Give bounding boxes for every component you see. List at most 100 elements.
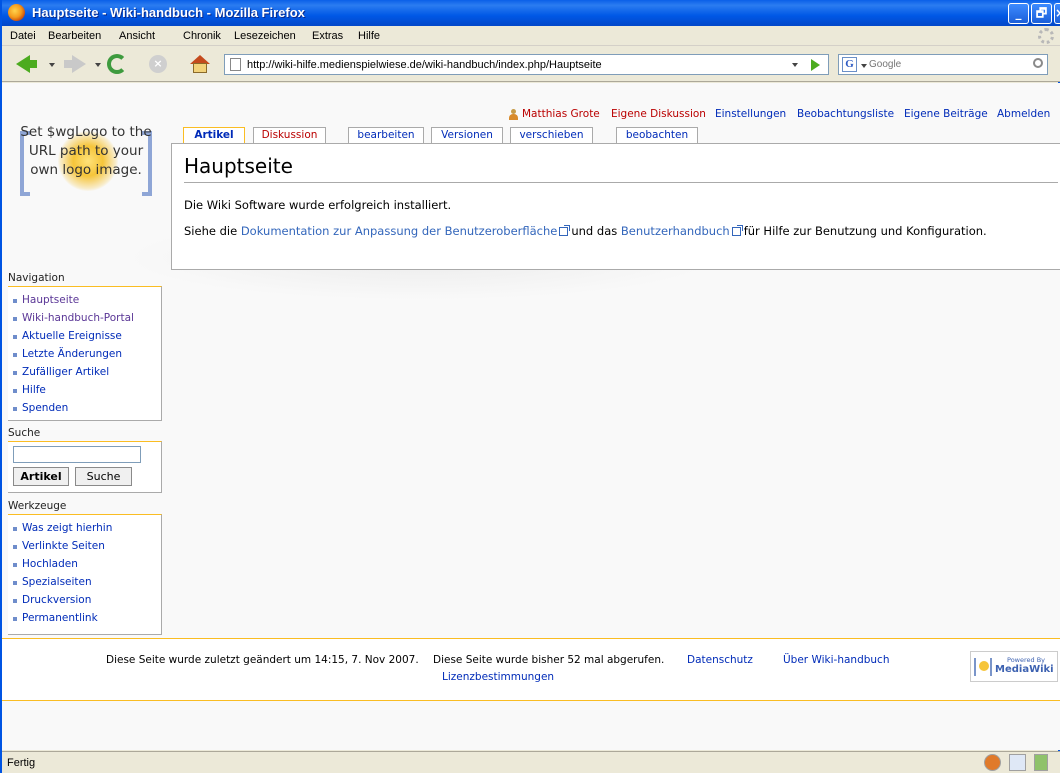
menu-bar: Datei Bearbeiten Ansicht Chronik Lesezei… [2,26,1060,46]
nav-link-hilfe[interactable]: Hilfe [22,384,46,396]
google-icon[interactable]: G [842,57,857,72]
my-talk-link[interactable]: Eigene Diskussion [611,108,706,120]
tool-link-whatlinkshere[interactable]: Was zeigt hierhin [22,522,112,534]
my-contributions-link[interactable]: Eigene Beiträge [904,108,988,120]
tool-link-upload[interactable]: Hochladen [22,558,78,570]
web-search-input[interactable] [869,57,1019,72]
navigation-heading: Navigation [8,272,65,284]
reload-icon[interactable] [107,54,127,74]
watchlist-link[interactable]: Beobachtungsliste [797,108,894,120]
powered-by-mediawiki-badge[interactable]: Powered By MediaWiki [970,651,1058,682]
menu-ansicht[interactable]: Ansicht [119,30,155,42]
search-portlet: Artikel Suche [8,441,162,493]
user-handbook-link[interactable]: Benutzerhandbuch [621,224,730,238]
menu-chronik[interactable]: Chronik [183,30,221,42]
tab-beobachten[interactable]: beobachten [616,127,698,143]
powered-by-label: Powered By [1007,656,1046,664]
sidebar-item-portal: Wiki-handbuch-Portal [13,309,161,327]
search-button[interactable]: Suche [75,467,132,486]
addon-icon[interactable] [984,754,1001,771]
tool-link-specialpages[interactable]: Spezialseiten [22,576,92,588]
go-article-button[interactable]: Artikel [13,467,69,486]
back-history-dropdown-icon[interactable] [49,63,55,67]
user-icon [508,109,518,120]
window-title: Hauptseite - Wiki-handbuch - Mozilla Fir… [32,5,305,20]
url-input[interactable] [247,57,777,72]
url-dropdown-icon[interactable] [792,63,798,67]
external-link-icon [559,225,571,236]
sidebar-item-hauptseite: Hauptseite [13,291,161,309]
content-line-1: Die Wiki Software wurde erfolgreich inst… [184,198,451,212]
nav-link-portal[interactable]: Wiki-handbuch-Portal [22,312,134,324]
stop-icon[interactable]: × [149,55,167,73]
browser-window: Hauptseite - Wiki-handbuch - Mozilla Fir… [0,0,1060,773]
user-page-link[interactable]: Matthias Grote [522,108,600,120]
back-icon-tail [29,60,37,68]
tool-link-print[interactable]: Druckversion [22,594,91,606]
logo-placeholder-text: Set $wgLogo to the URL path to your own … [20,124,152,178]
nav-link-hauptseite[interactable]: Hauptseite [22,294,79,306]
menu-lesezeichen[interactable]: Lesezeichen [234,30,296,42]
preferences-link[interactable]: Einstellungen [715,108,786,120]
nav-link-ereignisse[interactable]: Aktuelle Ereignisse [22,330,122,342]
tool-link-permalink[interactable]: Permanentlink [22,612,98,624]
forward-history-dropdown-icon[interactable] [95,63,101,67]
tool-link-recentchangeslinked[interactable]: Verlinkte Seiten [22,540,105,552]
tab-versionen[interactable]: Versionen [431,127,503,143]
toolbox-item-upload: Hochladen [13,555,161,573]
main-content: Hauptseite Die Wiki Software wurde erfol… [171,143,1060,270]
search-engine-dropdown-icon[interactable] [861,64,867,68]
tab-diskussion[interactable]: Diskussion [253,127,326,143]
sidebar-item-ereignisse: Aktuelle Ereignisse [13,327,161,345]
status-bar: Fertig [2,751,1060,773]
minimize-button[interactable]: _ [1008,3,1029,24]
nav-link-zufaelliger-artikel[interactable]: Zufälliger Artikel [22,366,109,378]
disclaimer-link[interactable]: Lizenzbestimmungen [442,671,554,683]
navigation-toolbar: × G [2,46,1060,82]
maximize-button[interactable]: 🗗 [1031,3,1052,24]
forward-icon[interactable] [72,55,86,73]
line2-mid-text: und das [571,224,618,238]
page-footer: Diese Seite wurde zuletzt geändert um 14… [2,638,1060,701]
toolbox-item-permalink: Permanentlink [13,609,161,627]
magnifier-icon[interactable] [1033,58,1043,68]
privacy-link[interactable]: Datenschutz [687,654,753,666]
page-icon [230,58,241,71]
sidebar-item-hilfe: Hilfe [13,381,161,399]
status-text: Fertig [7,757,36,769]
address-bar[interactable] [224,54,829,75]
install-message: Die Wiki Software wurde erfolgreich inst… [184,198,452,212]
page-title: Hauptseite [184,154,293,178]
mediawiki-logo-icon [974,658,992,676]
security-check-icon[interactable] [1034,754,1048,771]
nav-link-letzte-aenderungen[interactable]: Letzte Änderungen [22,348,122,360]
toolbox-heading: Werkzeuge [8,500,67,512]
back-icon[interactable] [16,55,30,73]
title-bar: Hauptseite - Wiki-handbuch - Mozilla Fir… [2,0,1060,26]
ui-docs-link[interactable]: Dokumentation zur Anpassung der Benutzer… [241,224,558,238]
tab-verschieben[interactable]: verschieben [510,127,593,143]
menu-extras[interactable]: Extras [312,30,343,42]
menu-hilfe[interactable]: Hilfe [358,30,380,42]
go-icon[interactable] [811,59,820,71]
menu-bearbeiten[interactable]: Bearbeiten [48,30,101,42]
heading-divider [184,182,1058,183]
toolbox-portlet: Was zeigt hierhin Verlinkte Seiten Hochl… [8,514,162,635]
nav-link-spenden[interactable]: Spenden [22,402,68,414]
toolbox-item-specialpages: Spezialseiten [13,573,161,591]
search-heading: Suche [8,427,41,439]
view-count-text: Diese Seite wurde bisher 52 mal abgerufe… [433,654,665,666]
tab-bearbeiten[interactable]: bearbeiten [348,127,424,143]
content-line-2: Siehe die Dokumentation zur Anpassung de… [184,224,987,238]
home-icon[interactable] [190,55,210,73]
external-link-icon [731,225,743,236]
firefox-icon [8,4,25,21]
page-info-icon[interactable] [1009,754,1026,771]
menu-datei[interactable]: Datei [10,30,36,42]
close-button[interactable]: × [1054,3,1060,24]
search-input[interactable] [13,446,141,463]
about-link[interactable]: Über Wiki-handbuch [783,654,889,666]
web-search-box[interactable]: G [838,54,1048,75]
sidebar-item-zufaelliger-artikel: Zufälliger Artikel [13,363,161,381]
logout-link[interactable]: Abmelden [997,108,1050,120]
